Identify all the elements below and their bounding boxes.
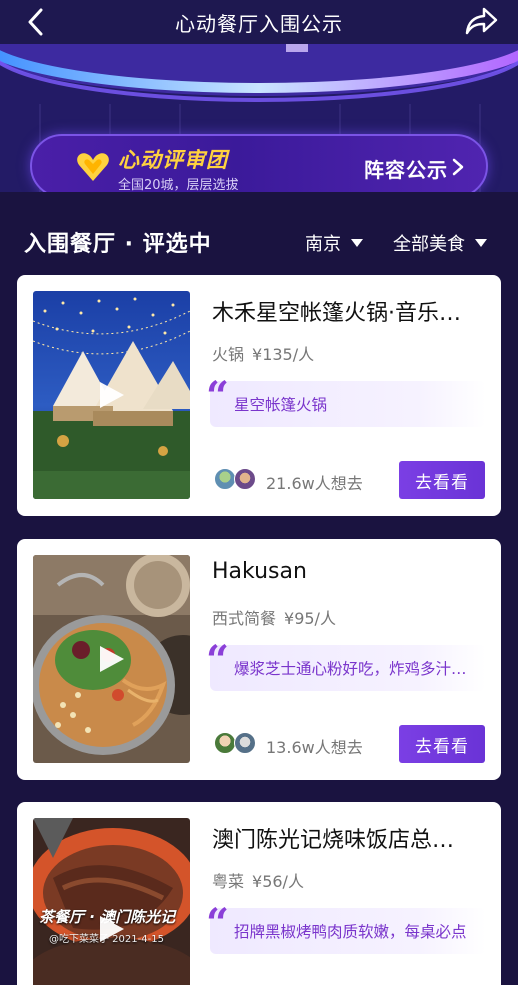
review-highlight: “ 招牌黑椒烤鸭肉质软嫩，每桌必点	[206, 904, 486, 954]
restaurant-card[interactable]: 茶餐厅 · 澳门陈光记 @吃下菜菜子 2021-4-15 澳门陈光记烧味饭店总……	[17, 802, 501, 985]
restaurant-category: 火锅	[212, 345, 245, 364]
review-highlight-text: 招牌黑椒烤鸭肉质软嫩，每桌必点	[234, 923, 467, 941]
restaurant-video-thumbnail[interactable]	[33, 555, 190, 763]
play-icon[interactable]	[96, 914, 126, 944]
cuisine-filter-label: 全部美食	[393, 234, 465, 255]
jury-banner-pill[interactable]: 心动评审团 全国20城，层层选拔 阵容公示	[30, 134, 488, 192]
chevron-right-icon	[452, 158, 464, 176]
restaurant-meta: 西式简餐 ¥95/人	[212, 605, 336, 629]
jury-subtitle: 全国20城，层层选拔	[118, 178, 239, 192]
review-highlight: “ 爆浆芝士通心粉好吃，炸鸡多汁…	[206, 641, 486, 691]
restaurant-price: ¥135/人	[252, 345, 315, 364]
play-icon[interactable]	[96, 644, 126, 674]
restaurant-category: 西式简餐	[212, 609, 277, 628]
quote-mark-icon: “	[206, 373, 230, 420]
quote-mark-icon: “	[206, 900, 230, 947]
avatar-group	[214, 468, 256, 490]
restaurant-meta: 火锅 ¥135/人	[212, 341, 314, 365]
caret-down-icon	[351, 239, 363, 247]
filter-bar: 入围餐厅 · 评选中 南京 全部美食	[0, 210, 518, 270]
restaurant-name[interactable]: 澳门陈光记烧味饭店总…	[212, 822, 490, 854]
restaurant-meta: 粤菜 ¥56/人	[212, 868, 304, 892]
avatar	[214, 732, 236, 754]
lineup-link[interactable]: 阵容公示	[364, 154, 448, 183]
restaurant-card[interactable]: 木禾星空帐篷火锅·音乐… 火锅 ¥135/人 “ 星空帐篷火锅 21.6w人想去 …	[17, 275, 501, 516]
restaurant-video-thumbnail[interactable]	[33, 291, 190, 499]
share-button[interactable]	[464, 4, 500, 38]
want-to-go-count: 21.6w人想去	[266, 474, 363, 493]
caret-down-icon	[475, 239, 487, 247]
restaurant-name[interactable]: Hakusan	[212, 559, 490, 584]
avatar-group	[214, 732, 256, 754]
cuisine-filter-dropdown[interactable]: 全部美食	[393, 230, 487, 256]
city-filter-dropdown[interactable]: 南京	[305, 230, 363, 256]
want-to-go-count: 13.6w人想去	[266, 738, 363, 757]
page-title: 心动餐厅入围公示	[175, 11, 343, 36]
nav-header: 心动餐厅入围公示	[0, 0, 518, 44]
avatar	[214, 468, 236, 490]
restaurant-price: ¥95/人	[284, 609, 336, 628]
restaurant-name[interactable]: 木禾星空帐篷火锅·音乐…	[212, 295, 490, 327]
section-title: 入围餐厅 · 评选中	[24, 232, 212, 257]
avatar	[234, 468, 256, 490]
avatar	[234, 732, 256, 754]
jury-title: 心动评审团	[118, 148, 228, 172]
review-highlight-text: 星空帐篷火锅	[234, 396, 328, 414]
review-highlight-text: 爆浆芝士通心粉好吃，炸鸡多汁…	[234, 660, 467, 678]
hero-banner: 心动评审团 全国20城，层层选拔 阵容公示	[0, 44, 518, 192]
heart-icon	[77, 153, 109, 181]
page: 心动餐厅入围公示 心动评审团 全国20城，层层选拔 阵容公示 入围餐厅 · 评选…	[0, 0, 518, 985]
chevron-left-icon	[28, 8, 43, 36]
quote-mark-icon: “	[206, 637, 230, 684]
go-see-button[interactable]: 去看看	[399, 725, 485, 763]
play-icon[interactable]	[96, 380, 126, 410]
share-arrow-icon	[465, 7, 498, 35]
review-highlight: “ 星空帐篷火锅	[206, 377, 486, 427]
city-filter-label: 南京	[305, 234, 341, 255]
restaurant-category: 粤菜	[212, 872, 245, 891]
roast-duck-photo	[33, 818, 190, 985]
restaurant-card[interactable]: Hakusan 西式简餐 ¥95/人 “ 爆浆芝士通心粉好吃，炸鸡多汁… 13.6…	[17, 539, 501, 780]
restaurant-video-thumbnail[interactable]: 茶餐厅 · 澳门陈光记 @吃下菜菜子 2021-4-15	[33, 818, 190, 985]
restaurant-price: ¥56/人	[252, 872, 304, 891]
back-button[interactable]	[20, 6, 50, 38]
go-see-button[interactable]: 去看看	[399, 461, 485, 499]
